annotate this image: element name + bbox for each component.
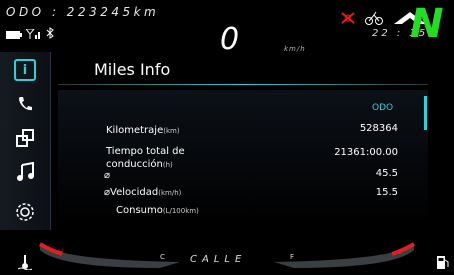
column-header: ODO	[372, 103, 394, 113]
info-row-label-cont: conducción(h)	[106, 159, 173, 170]
road-mode-label: CALLE	[190, 254, 247, 265]
info-row-value: 45.5	[375, 168, 398, 179]
info-row-value: 528364	[359, 123, 398, 134]
info-icon[interactable]: i	[13, 58, 37, 82]
fuel-icon	[436, 254, 450, 274]
phone-icon[interactable]	[13, 92, 37, 116]
rider-icon	[364, 10, 384, 30]
sidebar: i	[0, 52, 51, 230]
info-row-label: Tiempo total de	[106, 146, 185, 157]
info-row-value: 15.5	[375, 187, 398, 198]
info-row-value: 21361:00.00	[334, 147, 398, 158]
settings-icon[interactable]	[13, 200, 37, 224]
scrollbar[interactable]	[424, 96, 427, 130]
info-row-label: Consumo(L/100km)	[116, 205, 199, 216]
signal-icon	[24, 24, 42, 43]
warning-icon	[340, 10, 356, 30]
odometer-readout: ODO : 223245km	[6, 5, 160, 19]
page-title: Miles Info	[94, 60, 171, 79]
connect-icon[interactable]	[13, 126, 37, 150]
info-row-label: Kilometraje(km)	[106, 125, 180, 136]
gear-indicator: N	[410, 1, 444, 47]
info-row-label: ⌀Velocidad(km/h)	[104, 187, 182, 198]
battery-icon	[6, 24, 22, 43]
temp-cold-mark: C	[160, 253, 165, 261]
status-icons	[6, 24, 54, 43]
bluetooth-icon	[46, 24, 54, 43]
temperature-icon	[17, 254, 33, 274]
info-row-label: ⌀	[104, 170, 111, 181]
fuel-empty-mark: E	[398, 248, 403, 256]
speed-value: 0	[220, 22, 240, 57]
title-divider	[58, 84, 428, 85]
speed-unit: km/h	[284, 45, 306, 53]
music-icon[interactable]	[13, 160, 37, 184]
fuel-full-mark: F	[290, 253, 295, 261]
temp-hot-mark: H	[58, 248, 64, 256]
